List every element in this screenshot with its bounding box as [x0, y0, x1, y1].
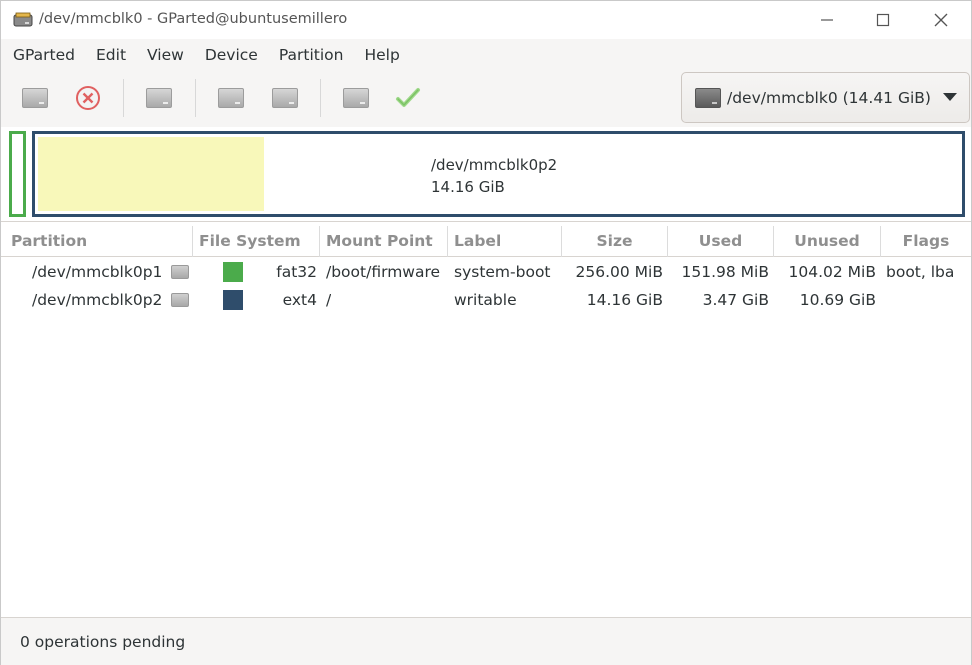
partition-table: Partition File System Mount Point Label … [1, 221, 971, 617]
device-selector-label: /dev/mmcblk0 (14.41 GiB) [727, 88, 931, 107]
apply-checkmark-icon [396, 88, 420, 107]
partition-size: 256.00 MiB [575, 263, 663, 281]
mount-point: /boot/firmware [326, 263, 441, 281]
column-header-label[interactable]: Label [448, 226, 562, 257]
column-header-partition[interactable]: Partition [5, 226, 193, 257]
toolbar-separator [195, 79, 196, 117]
column-header-size[interactable]: Size [562, 226, 668, 257]
partition-label: writable [454, 291, 517, 309]
delete-icon [76, 86, 100, 110]
menu-help[interactable]: Help [364, 46, 399, 64]
toolbar-separator [123, 79, 124, 117]
column-header-file-system[interactable]: File System [193, 226, 320, 257]
status-text: 0 operations pending [20, 633, 186, 651]
close-button[interactable] [919, 6, 963, 34]
fs-color-swatch [223, 262, 243, 282]
menu-device[interactable]: Device [205, 46, 258, 64]
file-system: fat32 [276, 263, 317, 281]
partition-map-p2-used [38, 137, 264, 211]
partition-map-p2[interactable]: /dev/mmcblk0p2 14.16 GiB [32, 131, 965, 217]
column-header-unused[interactable]: Unused [774, 226, 881, 257]
column-header-flags[interactable]: Flags [881, 226, 971, 257]
dropdown-arrow-icon [943, 93, 957, 101]
table-header: Partition File System Mount Point Label … [1, 226, 971, 257]
copy-button[interactable] [214, 82, 248, 114]
fs-color-swatch [223, 290, 243, 310]
maximize-icon [876, 13, 890, 27]
partition-map-p2-info: /dev/mmcblk0p2 14.16 GiB [431, 154, 557, 198]
partition-disk-icon [171, 265, 189, 279]
resize-move-button[interactable] [142, 82, 176, 114]
partition-map-p1[interactable] [9, 131, 26, 217]
close-icon [934, 13, 948, 27]
copy-icon [218, 88, 244, 108]
menu-gparted[interactable]: GParted [13, 46, 75, 64]
partition-used: 151.98 MiB [681, 263, 769, 281]
delete-partition-button[interactable] [71, 82, 105, 114]
resize-move-icon [146, 88, 172, 108]
partition-name: /dev/mmcblk0p1 [32, 263, 163, 281]
partition-flags: boot, lba [886, 263, 955, 281]
file-system: ext4 [282, 291, 317, 309]
undo-icon [343, 88, 369, 108]
title-bar: /dev/mmcblk0 - GParted@ubuntusemillero [1, 1, 971, 39]
partition-map: /dev/mmcblk0p2 14.16 GiB [1, 127, 971, 221]
new-partition-button[interactable] [18, 82, 52, 114]
partition-map-p2-size: 14.16 GiB [431, 178, 505, 196]
partition-label: system-boot [454, 263, 551, 281]
menu-bar: GParted Edit View Device Partition Help [1, 39, 971, 71]
column-header-used[interactable]: Used [668, 226, 774, 257]
mount-point: / [326, 291, 332, 309]
gparted-app-icon [13, 12, 33, 27]
disk-icon [695, 87, 721, 108]
partition-size: 14.16 GiB [586, 291, 663, 309]
apply-button[interactable] [391, 82, 425, 114]
partition-flags [886, 286, 971, 314]
toolbar-separator [320, 79, 321, 117]
device-selector[interactable]: /dev/mmcblk0 (14.41 GiB) [681, 72, 970, 123]
gparted-window: /dev/mmcblk0 - GParted@ubuntusemillero G… [0, 0, 972, 665]
undo-button[interactable] [339, 82, 373, 114]
menu-partition[interactable]: Partition [279, 46, 344, 64]
minimize-button[interactable] [805, 6, 849, 34]
status-bar: 0 operations pending [1, 617, 971, 665]
paste-button[interactable] [268, 82, 302, 114]
menu-view[interactable]: View [147, 46, 184, 64]
partition-unused: 10.69 GiB [799, 291, 876, 309]
partition-name: /dev/mmcblk0p2 [32, 291, 163, 309]
partition-disk-icon [171, 293, 189, 307]
paste-icon [272, 88, 298, 108]
minimize-icon [821, 19, 833, 21]
window-title: /dev/mmcblk0 - GParted@ubuntusemillero [39, 11, 348, 27]
partition-map-p2-name: /dev/mmcblk0p2 [431, 156, 558, 174]
column-header-mount-point[interactable]: Mount Point [320, 226, 448, 257]
partition-used: 3.47 GiB [702, 291, 769, 309]
table-row[interactable]: /dev/mmcblk0p2 ext4 / writable 14.16 GiB… [1, 286, 971, 314]
partition-unused: 104.02 MiB [788, 263, 876, 281]
menu-edit[interactable]: Edit [96, 46, 126, 64]
table-row[interactable]: /dev/mmcblk0p1 fat32 /boot/firmware syst… [1, 258, 971, 286]
maximize-button[interactable] [861, 6, 905, 34]
new-partition-icon [22, 88, 48, 108]
